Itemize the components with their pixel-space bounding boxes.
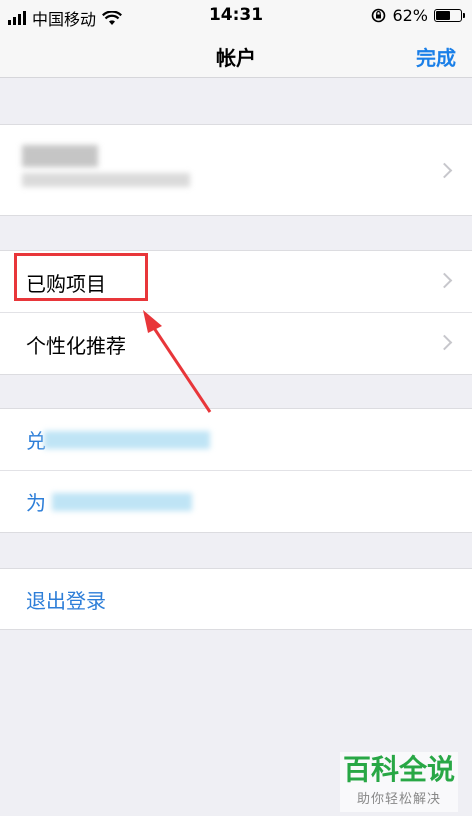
annotation-arrow-icon	[143, 310, 212, 413]
watermark-logo: 百科全说 助你轻松解决	[340, 752, 458, 812]
watermark-brand: 百科全说	[342, 753, 455, 786]
watermark-tagline: 助你轻松解决	[356, 792, 441, 807]
